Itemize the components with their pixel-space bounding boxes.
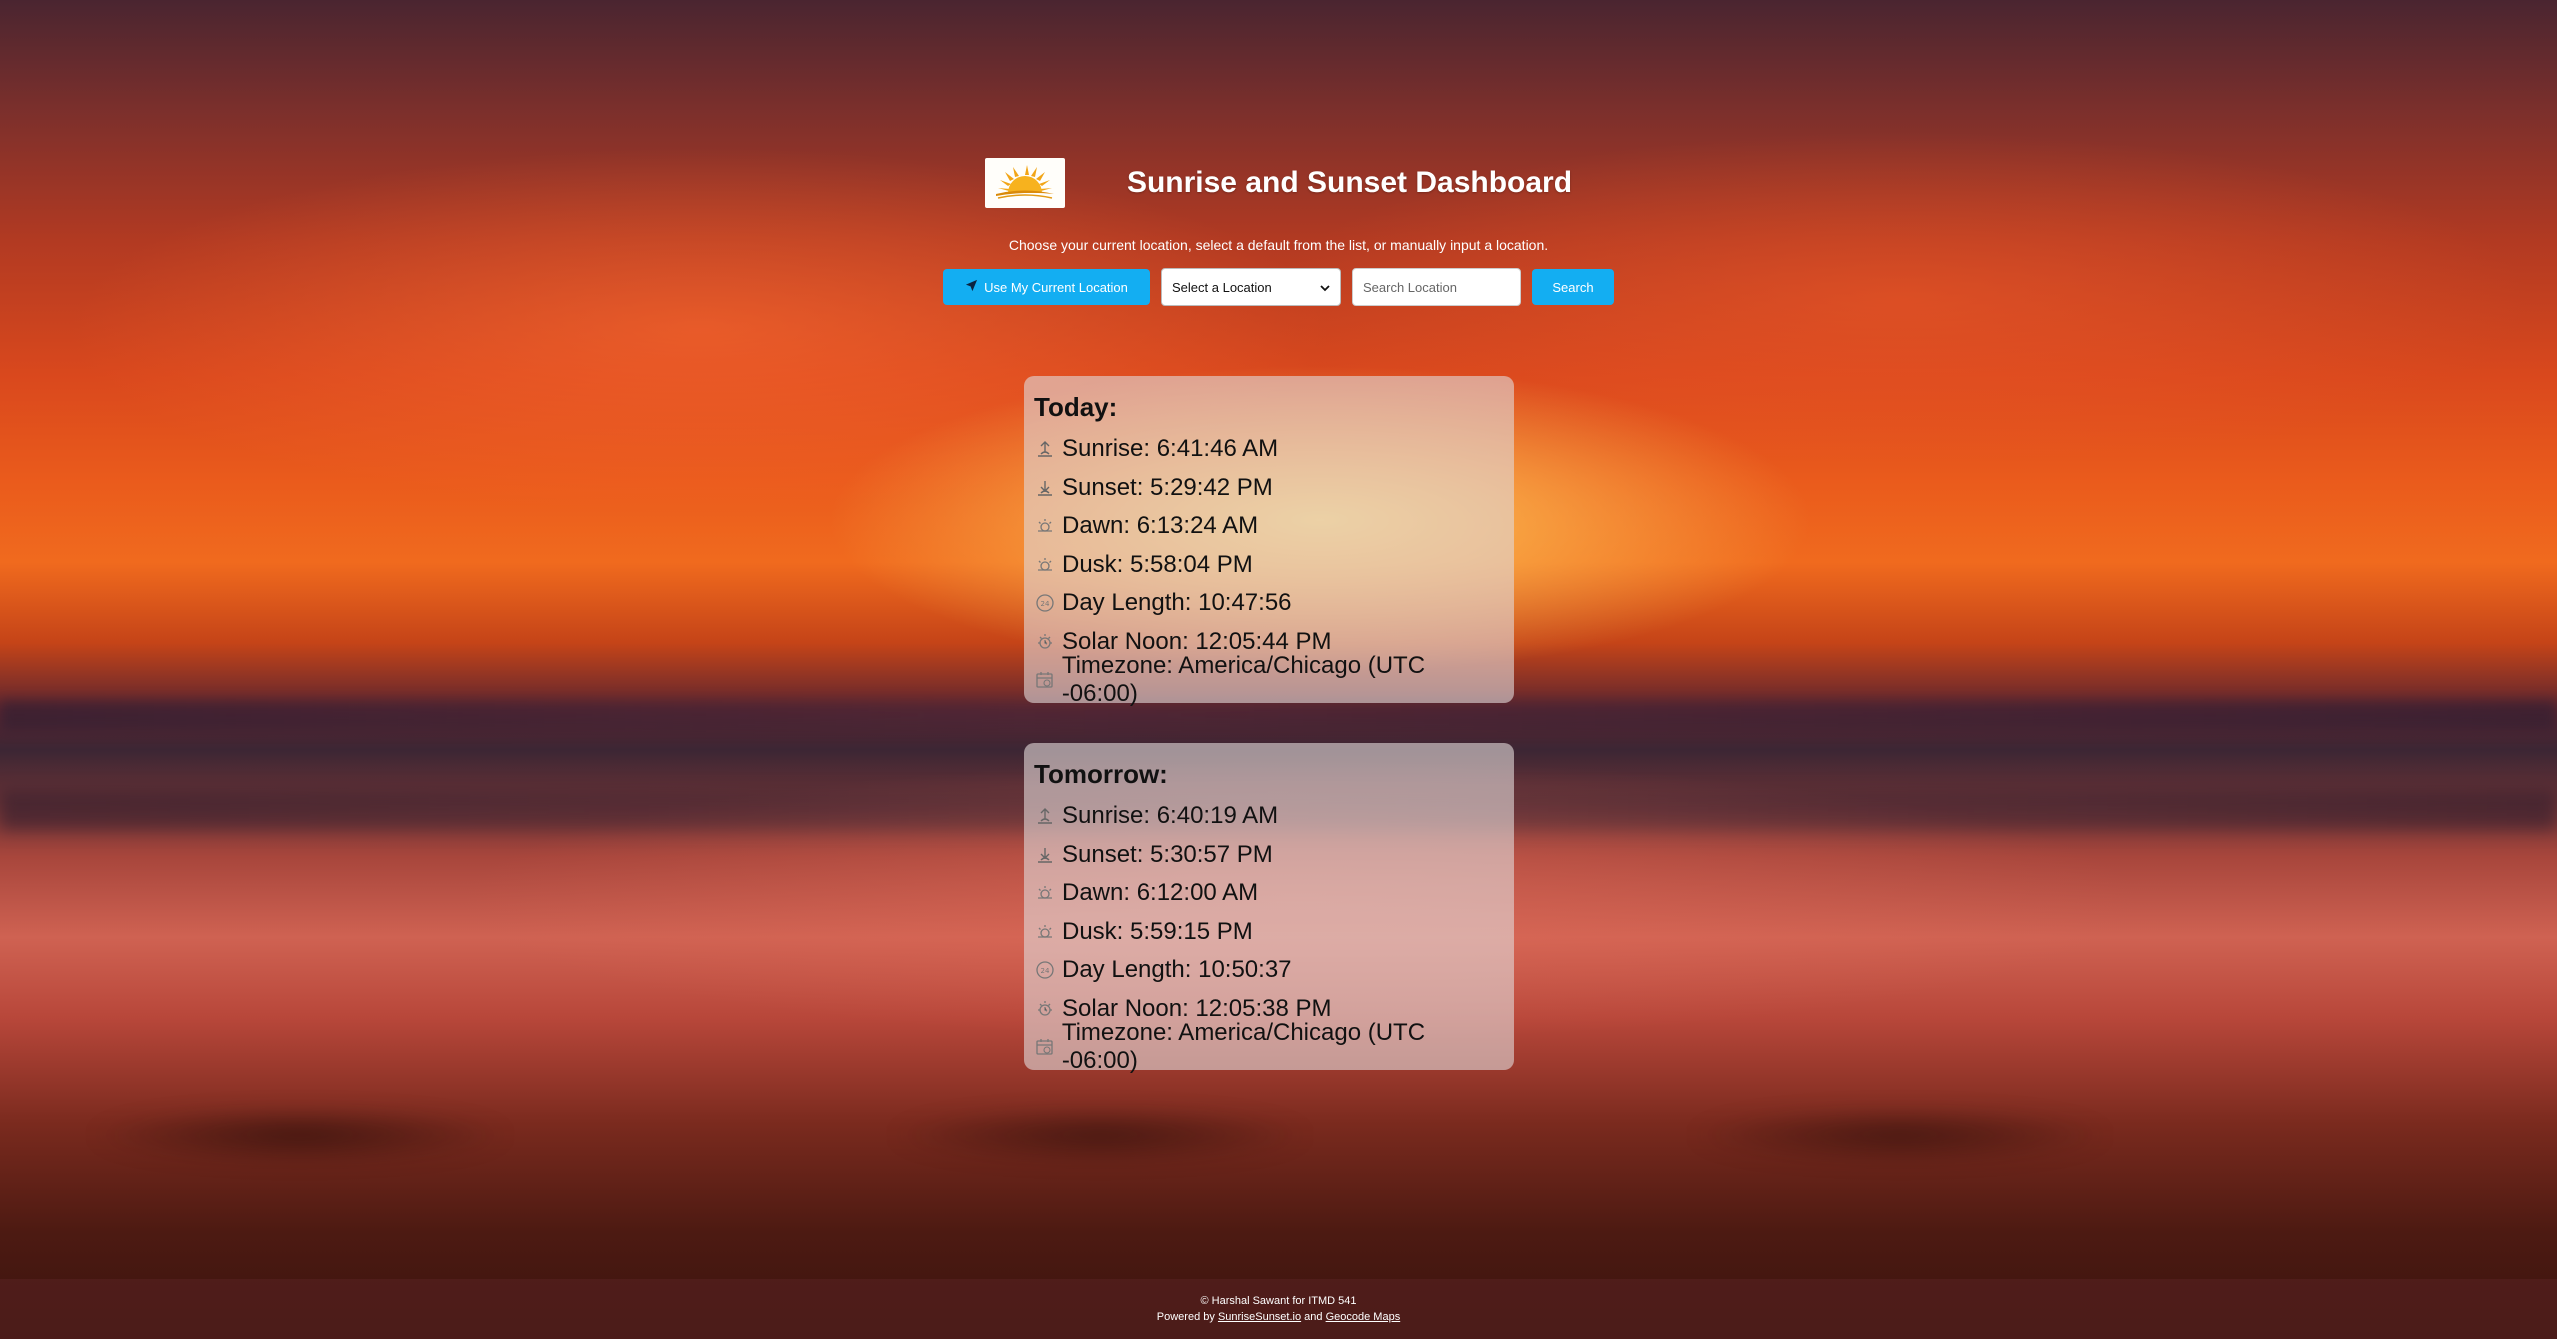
location-controls: Use My Current Location Select a Locatio… — [0, 268, 2557, 306]
tomorrow-sunrise-row: Sunrise: 6:40:19 AM — [1034, 797, 1504, 836]
background-rocks — [0, 1090, 2557, 1180]
tomorrow-timezone: Timezone: America/Chicago (UTC -06:00) — [1061, 1019, 1426, 1075]
tomorrow-dawn-row: Dawn: 6:12:00 AM — [1034, 874, 1504, 913]
footer: © Harshal Sawant for ITMD 541 Powered by… — [0, 1279, 2557, 1339]
today-timezone-row: Timezone: America/Chicago (UTC -06:00) — [1034, 652, 1504, 707]
location-select-value: Select a Location — [1172, 279, 1272, 295]
sunrise-icon — [1034, 805, 1056, 827]
tomorrow-sunrise: Sunrise: 6:40:19 AM — [1062, 802, 1279, 830]
today-sunrise-row: Sunrise: 6:41:46 AM — [1034, 430, 1504, 469]
search-location-input[interactable] — [1352, 268, 1521, 306]
dawn-icon — [1034, 882, 1056, 904]
today-sunrise: Sunrise: 6:41:46 AM — [1062, 435, 1279, 463]
tomorrow-timezone-row: Timezone: America/Chicago (UTC -06:00) — [1034, 1019, 1504, 1074]
24-hour-clock-icon: 24 — [1034, 959, 1056, 981]
footer-powered-by: Powered by SunriseSunset.io and Geocode … — [0, 1309, 2557, 1325]
tomorrow-day-length: Day Length: 10:50:37 — [1062, 956, 1292, 984]
footer-copyright: © Harshal Sawant for ITMD 541 — [1200, 1295, 1357, 1307]
sunrisesunset-link[interactable]: SunriseSunset.io — [1218, 1311, 1301, 1323]
calendar-clock-icon — [1034, 1036, 1056, 1058]
dusk-icon — [1034, 554, 1056, 576]
sun-clock-icon — [1034, 631, 1056, 653]
svg-text:24: 24 — [1041, 600, 1050, 608]
today-heading: Today: — [1034, 392, 1118, 422]
tomorrow-card: Tomorrow: Sunrise: 6:40:19 AM Sunset: 5:… — [1024, 743, 1514, 1074]
today-timezone: Timezone: America/Chicago (UTC -06:00) — [1061, 652, 1426, 708]
tomorrow-heading: Tomorrow: — [1034, 759, 1168, 789]
dusk-icon — [1034, 921, 1056, 943]
sunset-icon — [1034, 844, 1056, 866]
tomorrow-day-length-row: 24 Day Length: 10:50:37 — [1034, 951, 1504, 990]
header: Sunrise and Sunset Dashboard — [0, 158, 2557, 208]
sun-logo-icon — [984, 158, 1065, 208]
location-select[interactable]: Select a Location — [1161, 268, 1341, 306]
powered-by-text: Powered by — [1156, 1311, 1215, 1323]
today-dusk: Dusk: 5:58:04 PM — [1062, 550, 1253, 578]
calendar-clock-icon — [1034, 669, 1056, 691]
today-day-length-row: 24 Day Length: 10:47:56 — [1034, 584, 1504, 623]
instructions-text: Choose your current location, select a d… — [1008, 237, 1549, 253]
sun-clock-icon — [1034, 998, 1056, 1020]
dawn-icon — [1034, 515, 1056, 537]
today-dawn-row: Dawn: 6:13:24 AM — [1034, 507, 1504, 546]
tomorrow-dusk-row: Dusk: 5:59:15 PM — [1034, 913, 1504, 952]
location-arrow-icon — [965, 279, 978, 295]
today-dawn: Dawn: 6:13:24 AM — [1062, 512, 1259, 540]
today-sunset-row: Sunset: 5:29:42 PM — [1034, 469, 1504, 508]
geocode-maps-link[interactable]: Geocode Maps — [1326, 1311, 1401, 1323]
tomorrow-sunset: Sunset: 5:30:57 PM — [1062, 840, 1273, 868]
today-day-length: Day Length: 10:47:56 — [1062, 589, 1292, 617]
svg-text:24: 24 — [1041, 967, 1050, 975]
sunset-icon — [1034, 477, 1056, 499]
today-dusk-row: Dusk: 5:58:04 PM — [1034, 546, 1504, 585]
sunrise-icon — [1034, 438, 1056, 460]
and-text: and — [1304, 1311, 1323, 1323]
tomorrow-dusk: Dusk: 5:59:15 PM — [1062, 917, 1253, 945]
today-card: Today: Sunrise: 6:41:46 AM Sunset: 5:29:… — [1024, 376, 1514, 707]
chevron-down-icon — [1320, 280, 1330, 295]
tomorrow-sunset-row: Sunset: 5:30:57 PM — [1034, 836, 1504, 875]
search-button[interactable]: Search — [1532, 269, 1614, 305]
24-hour-clock-icon: 24 — [1034, 592, 1056, 614]
today-sunset: Sunset: 5:29:42 PM — [1062, 473, 1273, 501]
tomorrow-dawn: Dawn: 6:12:00 AM — [1062, 879, 1259, 907]
page-title: Sunrise and Sunset Dashboard — [1126, 166, 1573, 199]
use-current-location-button[interactable]: Use My Current Location — [943, 269, 1150, 305]
use-current-location-label: Use My Current Location — [984, 279, 1128, 295]
